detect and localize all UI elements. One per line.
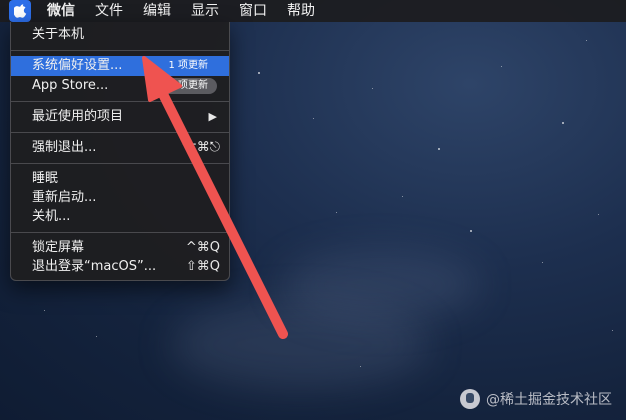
menu-item-restart[interactable]: 重新启动... (11, 188, 229, 208)
wallpaper-star (562, 122, 564, 124)
apple-dropdown-menu: 关于本机 系统偏好设置... 1 项更新 App Store... 2 项更新 … (10, 22, 230, 281)
submenu-arrow-icon: ▶ (208, 110, 217, 123)
menu-item-lock-screen-label: 锁定屏幕 (32, 240, 85, 255)
menubar-file[interactable]: 文件 (85, 0, 133, 22)
menu-item-lock-screen[interactable]: 锁定屏幕 ^⌘Q (11, 238, 229, 258)
menu-item-force-quit-label: 强制退出... (32, 140, 97, 155)
wallpaper-star (336, 212, 337, 213)
menubar-window[interactable]: 窗口 (229, 0, 277, 22)
wallpaper-star (372, 88, 373, 89)
menu-separator (11, 132, 229, 133)
update-badge: 1 项更新 (168, 60, 208, 71)
wallpaper-star (313, 118, 314, 119)
menubar-app-wechat[interactable]: 微信 (37, 0, 85, 22)
menu-separator (11, 50, 229, 51)
wallpaper-star (470, 230, 472, 232)
wallpaper-star (360, 366, 361, 367)
menu-item-sleep-label: 睡眠 (32, 171, 59, 186)
wallpaper-star (598, 214, 599, 215)
wallpaper-star (501, 66, 502, 67)
wallpaper-star (612, 330, 613, 331)
watermark: @稀土掘金技术社区 (460, 387, 612, 411)
menubar-edit[interactable]: 编辑 (133, 0, 181, 22)
menu-item-force-quit[interactable]: 强制退出... ⌥⌘⎋ (11, 138, 229, 158)
menu-item-restart-label: 重新启动... (32, 190, 97, 205)
wallpaper-star (586, 40, 587, 41)
apple-logo-icon (13, 3, 26, 18)
keyboard-shortcut: ^⌘Q (185, 240, 220, 255)
menu-item-recent-items[interactable]: 最近使用的项目 ▶ (11, 107, 229, 127)
wallpaper-star (258, 72, 260, 74)
menu-item-logout[interactable]: 退出登录“macOS”... ⇧⌘Q (11, 257, 229, 277)
menu-bar: 微信 文件 编辑 显示 窗口 帮助 (0, 0, 626, 22)
watermark-text: @稀土掘金技术社区 (486, 392, 612, 408)
menu-item-sleep[interactable]: 睡眠 (11, 169, 229, 189)
menu-item-shutdown[interactable]: 关机... (11, 207, 229, 227)
desktop-background: 微信 文件 编辑 显示 窗口 帮助 关于本机 系统偏好设置... 1 项更新 A… (0, 0, 626, 420)
menubar-help[interactable]: 帮助 (277, 0, 325, 22)
menu-separator (11, 163, 229, 164)
wallpaper-star (542, 262, 543, 263)
juejin-logo-icon (460, 389, 480, 409)
apple-menu-button[interactable] (9, 0, 31, 22)
menu-item-logout-label: 退出登录“macOS”... (32, 259, 157, 274)
update-badge: 2 项更新 (159, 78, 217, 94)
menu-item-app-store[interactable]: App Store... 2 项更新 (11, 76, 229, 96)
menu-item-about[interactable]: 关于本机 (11, 25, 229, 45)
wallpaper-haze (280, 250, 480, 320)
menu-separator (11, 101, 229, 102)
keyboard-shortcut: ⌥⌘⎋ (181, 140, 220, 155)
wallpaper-star (402, 196, 403, 197)
wallpaper-star (44, 310, 45, 311)
menu-item-system-preferences[interactable]: 系统偏好设置... 1 项更新 (11, 56, 229, 76)
keyboard-shortcut: ⇧⌘Q (185, 259, 220, 274)
menu-item-about-label: 关于本机 (32, 27, 85, 42)
menu-item-app-store-label: App Store... (32, 78, 109, 93)
menubar-view[interactable]: 显示 (181, 0, 229, 22)
menu-item-shutdown-label: 关机... (32, 209, 71, 224)
menu-item-recent-items-label: 最近使用的项目 (32, 109, 124, 124)
wallpaper-star (96, 336, 97, 337)
menu-separator (11, 232, 229, 233)
wallpaper-star (438, 148, 440, 150)
menu-item-system-preferences-label: 系统偏好设置... (32, 58, 123, 73)
